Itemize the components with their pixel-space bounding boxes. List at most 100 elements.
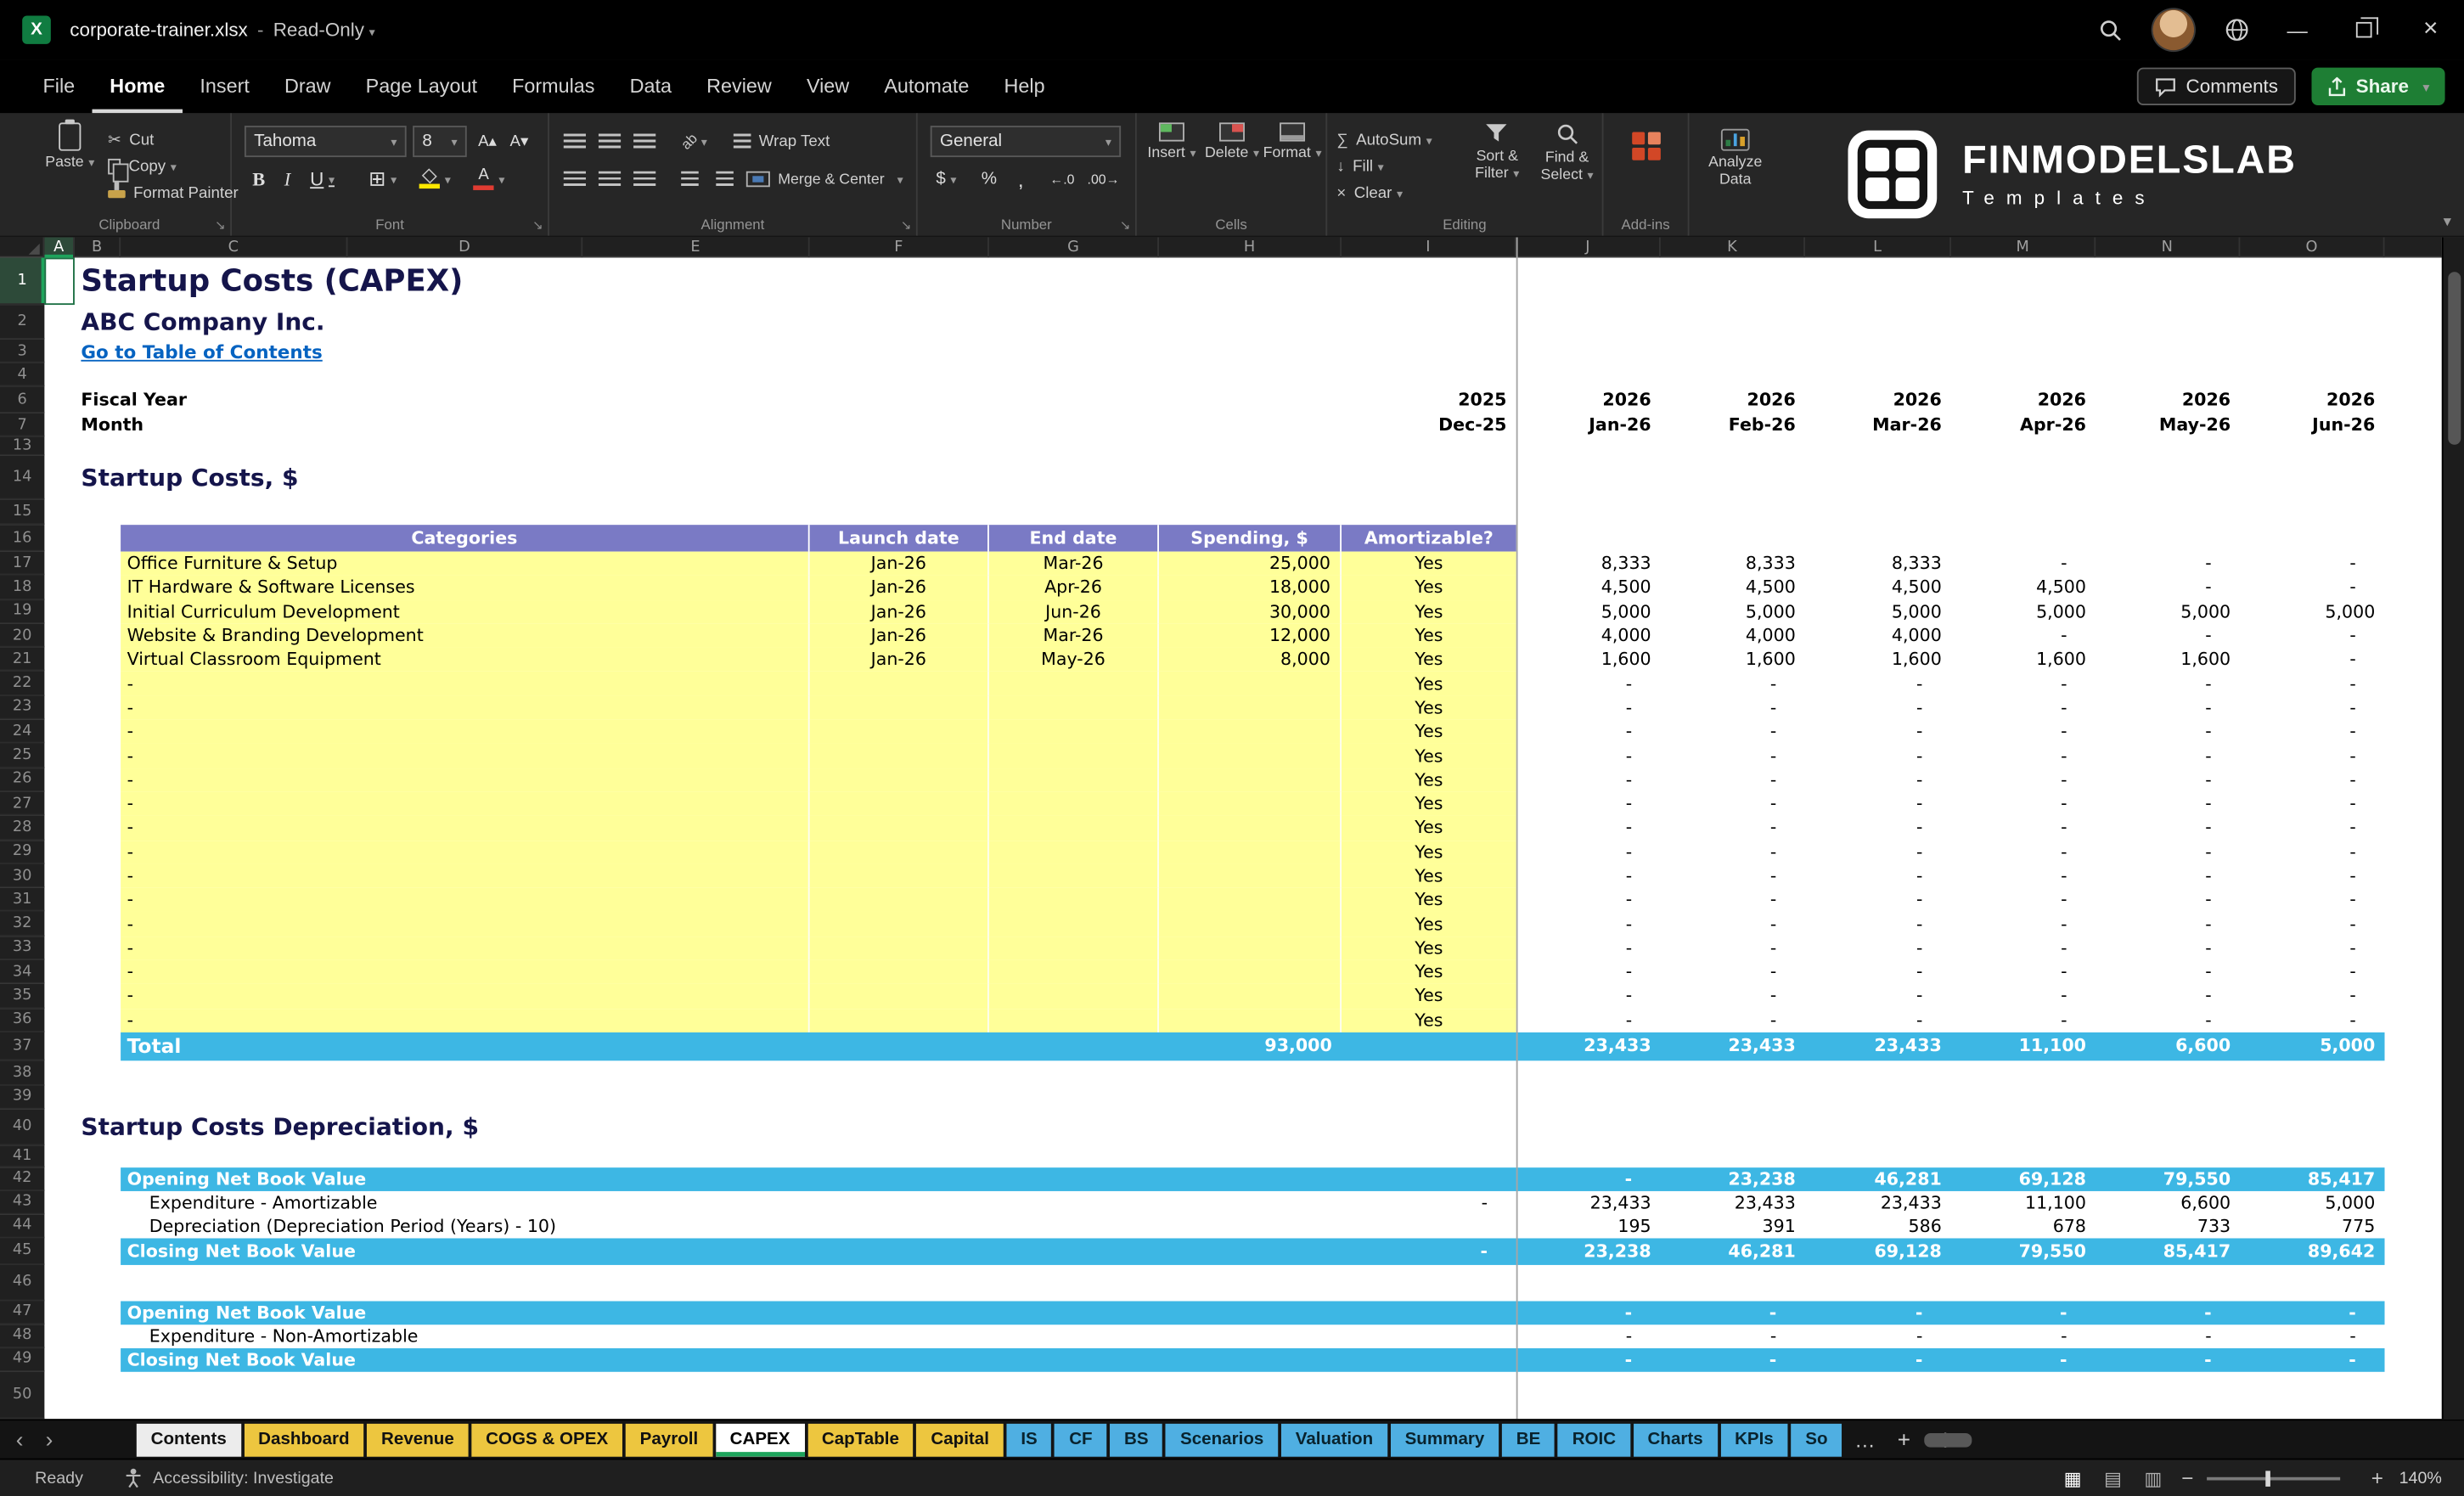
- row-header-35[interactable]: 35: [0, 984, 45, 1009]
- cell-M6[interactable]: 2026: [1951, 386, 2096, 413]
- cell-N23[interactable]: -: [2096, 696, 2240, 720]
- cell-L24[interactable]: -: [1805, 720, 1951, 744]
- cell-C26[interactable]: -: [121, 768, 810, 792]
- cell-J23[interactable]: -: [1516, 696, 1661, 720]
- cell-J21[interactable]: 1,600: [1516, 648, 1661, 672]
- cell-C23[interactable]: -: [121, 695, 810, 720]
- cell-I20[interactable]: Yes: [1342, 623, 1516, 648]
- cell-M33[interactable]: -: [1951, 936, 2096, 960]
- cell-O22[interactable]: -: [2240, 672, 2384, 695]
- menu-data[interactable]: Data: [612, 59, 689, 113]
- select-all-corner[interactable]: [0, 237, 45, 258]
- cell-L36[interactable]: -: [1805, 1009, 1951, 1032]
- cell-N28[interactable]: -: [2096, 816, 2240, 840]
- cell-M20[interactable]: -: [1951, 624, 2096, 648]
- autosum-button[interactable]: ∑ AutoSum: [1336, 127, 1432, 153]
- cell-F19[interactable]: Jan-26: [809, 599, 989, 624]
- cell-G24[interactable]: [988, 719, 1159, 745]
- number-format-combo[interactable]: General: [930, 126, 1122, 158]
- format-cells-button[interactable]: Format: [1263, 122, 1320, 163]
- cell-J6[interactable]: 2026: [1516, 386, 1661, 413]
- row-header-2[interactable]: 2: [0, 305, 45, 340]
- cell-L7[interactable]: Mar-26: [1805, 413, 1951, 437]
- cell-F17[interactable]: Jan-26: [809, 551, 989, 576]
- cell-N33[interactable]: -: [2096, 936, 2240, 960]
- table-header-spending[interactable]: Spending, $: [1158, 525, 1342, 552]
- cell-I30[interactable]: Yes: [1342, 863, 1516, 889]
- row-header-18[interactable]: 18: [0, 575, 45, 600]
- tab-valuation[interactable]: Valuation: [1280, 1422, 1388, 1456]
- cell-M17[interactable]: -: [1951, 552, 2096, 576]
- cell-J49[interactable]: -: [1516, 1348, 1661, 1372]
- cell-C17[interactable]: Office Furniture & Setup: [121, 551, 810, 576]
- cell-N30[interactable]: -: [2096, 864, 2240, 888]
- row-header-31[interactable]: 31: [0, 888, 45, 913]
- cell-I6[interactable]: 2025: [1342, 386, 1516, 413]
- new-sheet-button[interactable]: +: [1898, 1427, 1910, 1453]
- cell-C43[interactable]: Expenditure - Amortizable: [121, 1191, 1342, 1215]
- cell-C28[interactable]: -: [121, 816, 810, 841]
- col-header-D[interactable]: D: [347, 237, 583, 258]
- tab-roic[interactable]: ROIC: [1557, 1422, 1630, 1456]
- cell-O34[interactable]: -: [2240, 960, 2384, 984]
- cell-J33[interactable]: -: [1516, 936, 1661, 960]
- cell-C31[interactable]: -: [121, 888, 810, 913]
- cell-H31[interactable]: [1158, 888, 1342, 913]
- cell-J34[interactable]: -: [1516, 960, 1661, 984]
- cell-C32[interactable]: -: [121, 912, 810, 936]
- cell-O21[interactable]: -: [2240, 648, 2384, 672]
- cell-B2[interactable]: ABC Company Inc.: [75, 305, 1342, 340]
- align-right-icon[interactable]: [628, 163, 660, 194]
- cell-N22[interactable]: -: [2096, 672, 2240, 695]
- cell-C21[interactable]: Virtual Classroom Equipment: [121, 647, 810, 672]
- cell-K44[interactable]: 391: [1661, 1215, 1805, 1239]
- comma-format-button[interactable]: ,: [1006, 163, 1035, 194]
- row-header-30[interactable]: 30: [0, 863, 45, 889]
- row-header-14[interactable]: 14: [0, 455, 45, 500]
- row-header-45[interactable]: 45: [0, 1238, 45, 1265]
- cell-K29[interactable]: -: [1661, 840, 1805, 863]
- align-center-icon[interactable]: [593, 163, 625, 194]
- cell-K27[interactable]: -: [1661, 792, 1805, 816]
- cell-H28[interactable]: [1158, 816, 1342, 841]
- top-align-icon[interactable]: [559, 126, 590, 157]
- cell-O7[interactable]: Jun-26: [2240, 413, 2384, 437]
- row-header-43[interactable]: 43: [0, 1190, 45, 1215]
- cell-H25[interactable]: [1158, 744, 1342, 768]
- cell-L32[interactable]: -: [1805, 912, 1951, 936]
- cell-M31[interactable]: -: [1951, 888, 2096, 912]
- cell-O49[interactable]: -: [2240, 1348, 2384, 1372]
- table-header-amortizable[interactable]: Amortizable?: [1342, 525, 1516, 552]
- cell-F30[interactable]: [809, 863, 989, 889]
- col-header-K[interactable]: K: [1661, 237, 1806, 258]
- table-header-categories[interactable]: Categories: [121, 525, 810, 552]
- table-header-end-date[interactable]: End date: [988, 525, 1159, 552]
- cell-F33[interactable]: [809, 936, 989, 960]
- percent-format-button[interactable]: %: [975, 163, 1004, 194]
- cell-O37[interactable]: 5,000: [2240, 1032, 2384, 1060]
- menu-automate[interactable]: Automate: [867, 59, 987, 113]
- minimize-button[interactable]: —: [2264, 0, 2331, 59]
- clear-button[interactable]: × Clear: [1336, 181, 1432, 206]
- cell-M37[interactable]: 11,100: [1951, 1032, 2096, 1060]
- cell-O24[interactable]: -: [2240, 720, 2384, 744]
- tab-contents[interactable]: Contents: [136, 1422, 241, 1456]
- paste-button[interactable]: Paste: [38, 119, 102, 172]
- zoom-in-button[interactable]: +: [2371, 1466, 2383, 1490]
- row-header-46[interactable]: 46: [0, 1264, 45, 1302]
- cell-N35[interactable]: -: [2096, 984, 2240, 1008]
- cell-J18[interactable]: 4,500: [1516, 576, 1661, 599]
- tab-charts[interactable]: Charts: [1633, 1422, 1718, 1456]
- cut-button[interactable]: ✂ Cut: [108, 127, 239, 153]
- cell-M47[interactable]: -: [1951, 1301, 2096, 1324]
- row-header-33[interactable]: 33: [0, 936, 45, 960]
- cell-C19[interactable]: Initial Curriculum Development: [121, 599, 810, 624]
- cell-C30[interactable]: -: [121, 863, 810, 889]
- cell-H27[interactable]: [1158, 791, 1342, 817]
- cell-M19[interactable]: 5,000: [1951, 599, 2096, 623]
- cell-L42[interactable]: 46,281: [1805, 1167, 1951, 1191]
- zoom-slider[interactable]: [2206, 1470, 2340, 1486]
- cell-J44[interactable]: 195: [1516, 1215, 1661, 1239]
- cell-M21[interactable]: 1,600: [1951, 648, 2096, 672]
- cell-N47[interactable]: -: [2096, 1301, 2240, 1324]
